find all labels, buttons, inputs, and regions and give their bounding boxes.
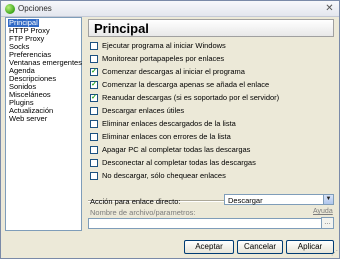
section-title: Principal <box>94 21 149 36</box>
chevron-down-icon[interactable]: ▼ <box>323 195 333 204</box>
sidebar: Principal HTTP Proxy FTP Proxy Socks Pre… <box>5 17 82 231</box>
resize-grip-icon[interactable]: ⋰ <box>331 250 338 257</box>
window-title: Opciones <box>18 4 52 13</box>
option-label: Reanudar descargas (si es soportado por … <box>102 93 280 102</box>
option-label: Comenzar la descarga apenas se añada el … <box>102 80 270 89</box>
option-label: Ejecutar programa al iniciar Windows <box>102 41 226 50</box>
checkbox[interactable] <box>90 120 98 128</box>
option-label: Eliminar enlaces con errores de la lista <box>102 132 231 141</box>
help-link[interactable]: Ayuda <box>313 208 333 215</box>
close-icon[interactable]: ✕ <box>323 3 336 15</box>
option-label: No descargar, sólo chequear enlaces <box>102 171 226 180</box>
accept-button[interactable]: Aceptar <box>184 240 234 254</box>
checkbox[interactable] <box>90 42 98 50</box>
option-label: Descargar enlaces útiles <box>102 106 185 115</box>
option-label: Desconectar al completar todas las desca… <box>102 158 256 167</box>
checkbox[interactable] <box>90 55 98 63</box>
title-bar: Opciones ✕ <box>1 1 339 17</box>
filename-label: Nombre de archivo/parametros: <box>90 208 196 217</box>
checkbox[interactable]: ✓ <box>90 68 98 76</box>
app-icon <box>5 4 15 14</box>
option-label: Comenzar descargas al iniciar el program… <box>102 67 245 76</box>
filename-input[interactable] <box>88 218 324 229</box>
checkbox[interactable] <box>90 146 98 154</box>
checkbox[interactable] <box>90 159 98 167</box>
checkbox[interactable]: ✓ <box>90 81 98 89</box>
option-label: Eliminar enlaces descargados de la lista <box>102 119 236 128</box>
action-select-value: Descargar <box>228 196 263 205</box>
sidebar-item-web-server[interactable]: Web server <box>8 115 48 123</box>
main-panel: Principal Ejecutar programa al iniciar W… <box>86 17 336 233</box>
options-window: Opciones ✕ Principal HTTP Proxy FTP Prox… <box>0 0 340 259</box>
action-label: Acción para enlace directo: <box>90 197 181 206</box>
cancel-button[interactable]: Cancelar <box>237 240 283 254</box>
option-label: Monitorear portapapeles por enlaces <box>102 54 225 63</box>
option-label: Apagar PC al completar todas las descarg… <box>102 145 251 154</box>
checkbox[interactable] <box>90 172 98 180</box>
browse-icon[interactable]: … <box>321 217 334 229</box>
apply-button[interactable]: Aplicar <box>286 240 334 254</box>
section-header: Principal <box>88 19 334 37</box>
action-select[interactable]: Descargar ▼ <box>224 194 334 205</box>
checkbox[interactable]: ✓ <box>90 94 98 102</box>
checkbox[interactable] <box>90 133 98 141</box>
checkbox[interactable] <box>90 107 98 115</box>
